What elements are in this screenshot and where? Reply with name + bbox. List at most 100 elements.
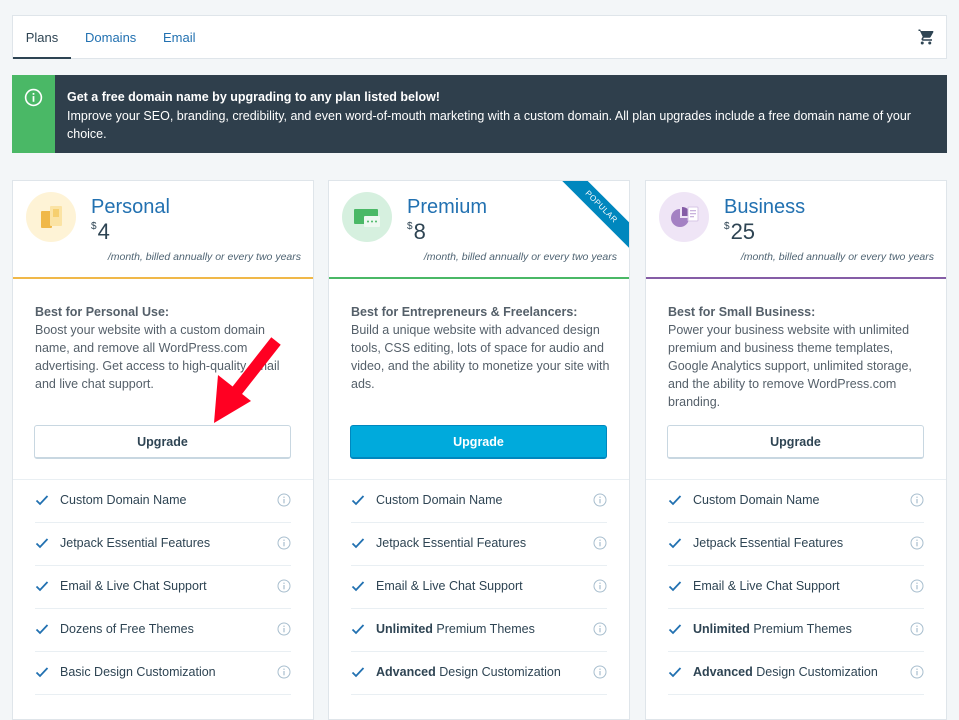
feature-list: Custom Domain Name Jetpack Essential Fea…: [646, 479, 946, 695]
info-icon[interactable]: [277, 579, 291, 593]
feature-list: Custom Domain Name Jetpack Essential Fea…: [13, 479, 313, 695]
upgrade-button-personal[interactable]: Upgrade: [34, 425, 291, 459]
check-icon: [35, 581, 49, 592]
description-title: Best for Entrepreneurs & Freelancers:: [351, 305, 578, 319]
feature-label: Jetpack Essential Features: [376, 536, 527, 550]
banner-accent-strip: [12, 75, 55, 153]
feature-item: Advanced Design Customization: [668, 652, 924, 695]
info-icon[interactable]: [593, 622, 607, 636]
feature-item: Dozens of Free Themes: [35, 609, 291, 652]
upgrade-button-business[interactable]: Upgrade: [667, 425, 924, 459]
check-icon: [351, 538, 365, 549]
price-amount: 8: [413, 219, 426, 244]
price-amount: 25: [730, 219, 756, 244]
banner-title: Get a free domain name by upgrading to a…: [67, 90, 440, 104]
plan-name: Business: [724, 196, 806, 218]
check-icon: [351, 495, 365, 506]
feature-item: Email & Live Chat Support: [35, 566, 291, 609]
plan-price: $4: [91, 219, 110, 245]
info-icon[interactable]: [910, 536, 924, 550]
check-icon: [35, 495, 49, 506]
plan-name: Personal: [91, 196, 170, 218]
feature-item: Email & Live Chat Support: [668, 566, 924, 609]
feature-item: Basic Design Customization: [35, 652, 291, 695]
info-icon[interactable]: [277, 665, 291, 679]
check-icon: [351, 624, 365, 635]
check-icon: [35, 538, 49, 549]
check-icon: [35, 667, 49, 678]
feature-label: Advanced Design Customization: [376, 665, 561, 679]
billing-note: /month, billed annually or every two yea…: [740, 251, 934, 263]
check-icon: [668, 538, 682, 549]
plan-card-business: Business $25 /month, billed annually or …: [645, 180, 947, 720]
plan-price: $25: [724, 219, 755, 245]
feature-item: Email & Live Chat Support: [351, 566, 607, 609]
info-icon[interactable]: [593, 579, 607, 593]
free-domain-banner: Get a free domain name by upgrading to a…: [12, 75, 947, 153]
feature-label: Unlimited Premium Themes: [376, 622, 535, 636]
check-icon: [351, 667, 365, 678]
billing-note: /month, billed annually or every two yea…: [107, 251, 301, 263]
currency-symbol: $: [407, 221, 413, 232]
feature-label: Advanced Design Customization: [693, 665, 878, 679]
top-navigation: Plans Domains Email: [12, 15, 947, 59]
annotation-arrow-icon: [214, 337, 281, 423]
description-title: Best for Small Business:: [668, 305, 816, 319]
feature-item: Jetpack Essential Features: [35, 523, 291, 566]
plan-card-personal: Personal $4 /month, billed annually or e…: [12, 180, 314, 720]
info-icon[interactable]: [910, 665, 924, 679]
feature-item: Jetpack Essential Features: [668, 523, 924, 566]
business-plan-icon: [659, 192, 709, 242]
plan-header: Personal $4 /month, billed annually or e…: [13, 181, 313, 279]
feature-item: Custom Domain Name: [351, 480, 607, 523]
feature-item: Custom Domain Name: [668, 480, 924, 523]
currency-symbol: $: [91, 221, 97, 232]
info-icon[interactable]: [593, 493, 607, 507]
plan-header: Business $25 /month, billed annually or …: [646, 181, 946, 279]
plan-price: $8: [407, 219, 426, 245]
premium-plan-icon: [342, 192, 392, 242]
info-icon[interactable]: [277, 493, 291, 507]
info-icon[interactable]: [277, 536, 291, 550]
description-text: Build a unique website with advanced des…: [351, 323, 610, 391]
check-icon: [351, 581, 365, 592]
feature-label: Custom Domain Name: [60, 493, 187, 507]
info-icon[interactable]: [277, 622, 291, 636]
cart-icon[interactable]: [917, 28, 935, 46]
feature-label: Jetpack Essential Features: [60, 536, 211, 550]
feature-item: Unlimited Premium Themes: [668, 609, 924, 652]
price-amount: 4: [97, 219, 110, 244]
check-icon: [35, 624, 49, 635]
tab-email[interactable]: Email: [163, 16, 196, 59]
tab-domains[interactable]: Domains: [85, 16, 136, 59]
info-icon[interactable]: [910, 493, 924, 507]
feature-item: Jetpack Essential Features: [351, 523, 607, 566]
upgrade-button-premium[interactable]: Upgrade: [350, 425, 607, 459]
check-icon: [668, 495, 682, 506]
info-icon[interactable]: [593, 665, 607, 679]
feature-label: Jetpack Essential Features: [693, 536, 844, 550]
feature-item: Custom Domain Name: [35, 480, 291, 523]
personal-plan-icon: [26, 192, 76, 242]
billing-note: /month, billed annually or every two yea…: [423, 251, 617, 263]
feature-label: Custom Domain Name: [376, 493, 503, 507]
feature-label: Basic Design Customization: [60, 665, 216, 679]
currency-symbol: $: [724, 221, 730, 232]
check-icon: [668, 667, 682, 678]
check-icon: [668, 624, 682, 635]
feature-label: Email & Live Chat Support: [693, 579, 840, 593]
plan-description: Best for Small Business: Power your busi…: [668, 303, 928, 411]
tab-plans[interactable]: Plans: [13, 16, 71, 59]
plan-name: Premium: [407, 196, 488, 218]
banner-text: Improve your SEO, branding, credibility,…: [67, 109, 911, 141]
info-icon[interactable]: [593, 536, 607, 550]
feature-label: Unlimited Premium Themes: [693, 622, 852, 636]
info-icon: [24, 88, 43, 107]
description-title: Best for Personal Use:: [35, 305, 170, 319]
info-icon[interactable]: [910, 622, 924, 636]
info-icon[interactable]: [910, 579, 924, 593]
feature-item: Unlimited Premium Themes: [351, 609, 607, 652]
plan-description: Best for Entrepreneurs & Freelancers: Bu…: [351, 303, 611, 393]
feature-label: Dozens of Free Themes: [60, 622, 194, 636]
feature-label: Email & Live Chat Support: [60, 579, 207, 593]
